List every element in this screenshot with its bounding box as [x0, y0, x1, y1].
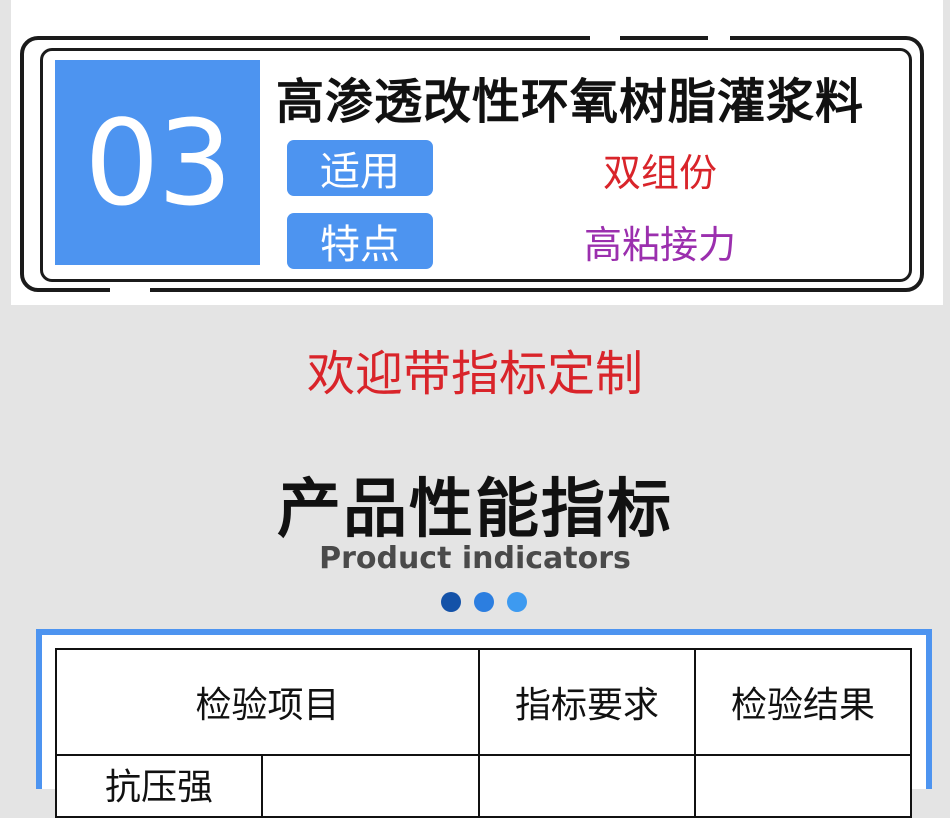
- spec-label-feature: 特点: [287, 213, 433, 269]
- dot-3: [507, 592, 527, 612]
- table-cell: [694, 754, 912, 818]
- spec-table: 检验项目 指标要求 检验结果 抗压强: [55, 648, 912, 818]
- frame-gap: [708, 32, 730, 42]
- header-test-item: 检验项目: [55, 648, 480, 756]
- section-title: 产品性能指标: [277, 473, 673, 547]
- dot-1: [441, 592, 461, 612]
- customization-banner: 欢迎带指标定制: [306, 346, 643, 402]
- product-title: 高渗透改性环氧树脂灌浆料: [276, 74, 865, 130]
- frame-gap: [590, 32, 620, 42]
- table-cell: [478, 754, 696, 818]
- section-subtitle: Product indicators: [319, 541, 631, 576]
- table-cell: 抗压强: [55, 754, 263, 818]
- table-header-row: 检验项目 指标要求 检验结果: [55, 648, 912, 756]
- header-requirement: 指标要求: [478, 648, 696, 756]
- frame-gap: [110, 286, 150, 296]
- section-dots: [441, 592, 527, 612]
- spec-value-feature: 高粘接力: [583, 223, 736, 267]
- dot-2: [474, 592, 494, 612]
- cell-test-name: 抗压强: [104, 767, 213, 808]
- header-result: 检验结果: [694, 648, 912, 756]
- spec-label-usage: 适用: [287, 140, 433, 196]
- table-row: 抗压强: [55, 754, 912, 818]
- product-number: 03: [55, 60, 260, 265]
- spec-value-usage: 双组份: [602, 151, 717, 195]
- table-cell: [261, 754, 480, 818]
